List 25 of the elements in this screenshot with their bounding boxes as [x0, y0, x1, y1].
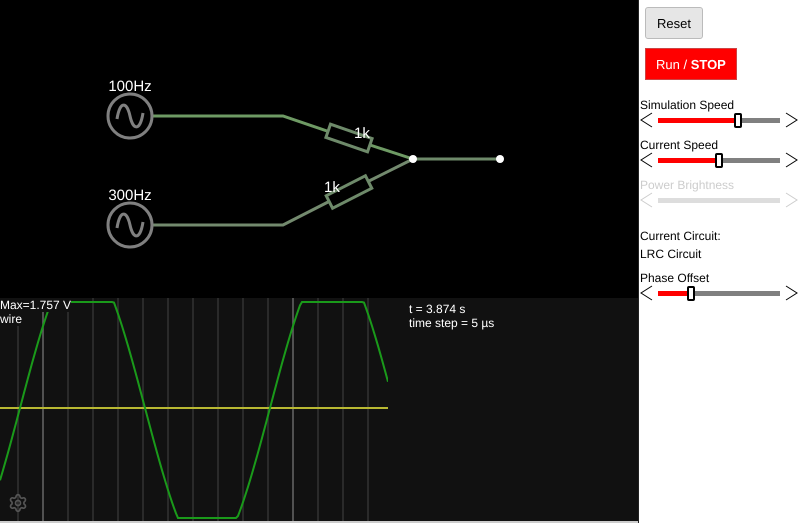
- slider-thumb[interactable]: [715, 152, 723, 168]
- slider-thumb[interactable]: [686, 286, 695, 300]
- terminal-dot: [496, 155, 504, 163]
- slider-label: Phase Offset: [640, 271, 710, 285]
- probe-label: wire: [0, 312, 22, 326]
- scope-max-label: Max=1.757 V: [0, 298, 72, 312]
- settings-icon[interactable]: [8, 493, 28, 513]
- slider-thumb[interactable]: [734, 112, 742, 128]
- ac-source: [106, 202, 154, 248]
- ac-source: [106, 92, 154, 140]
- circuit-info-text: Current Circuit:: [640, 229, 722, 243]
- resistor-label: 1k: [354, 125, 370, 142]
- resistor: [324, 174, 374, 210]
- resistor: [324, 122, 374, 154]
- time-step-label: time step = 5 µs: [409, 316, 494, 330]
- source-label: 300Hz: [108, 187, 152, 204]
- time-label: t = 3.874 s: [409, 302, 466, 316]
- slider-label: Current Speed: [640, 138, 720, 152]
- circuit-info-text: LRC Circuit: [640, 247, 702, 261]
- reset-button[interactable]: Reset: [645, 7, 703, 39]
- run-stop-button[interactable]: Run / STOP: [645, 48, 737, 80]
- slider-label: Simulation Speed: [640, 98, 736, 112]
- source-label: 100Hz: [108, 78, 152, 95]
- junction-dot: [409, 155, 417, 163]
- resistor-label: 1k: [324, 179, 340, 196]
